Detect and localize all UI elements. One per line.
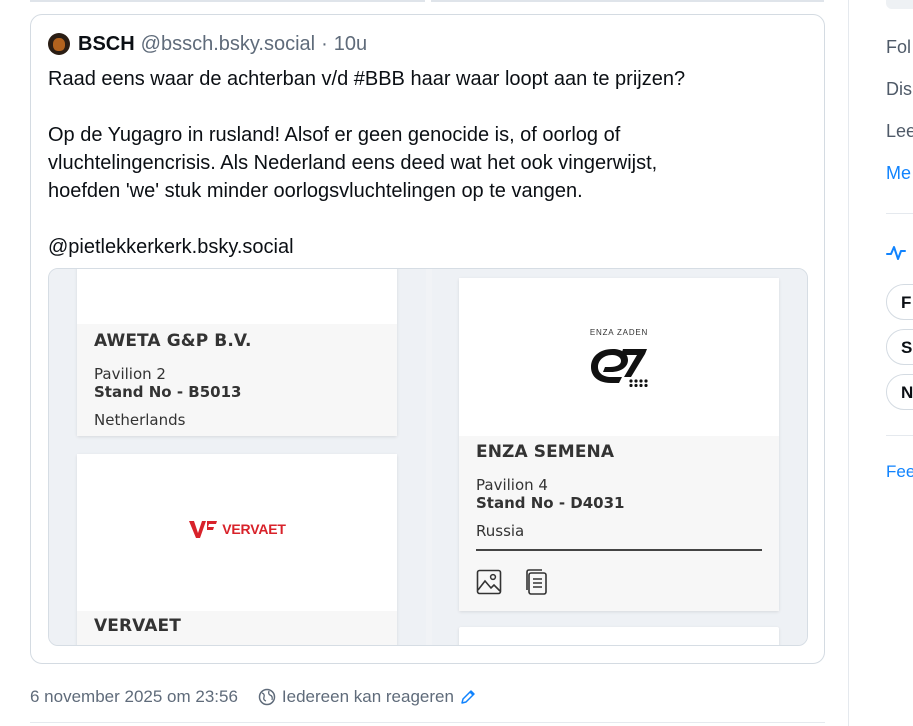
image-left[interactable]: AWETA G&P B.V. Pavilion 2 Stand No - B50…	[49, 269, 426, 645]
post-text: Raad eens waar de achterban v/d #BBB haa…	[48, 65, 808, 261]
divider	[886, 435, 913, 436]
post-text-line: Op de Yugagro in rusland! Alsof er geen …	[48, 124, 621, 146]
exhibitor-info: ENZA SEMENA Pavilion 4 Stand No - D4031 …	[459, 436, 779, 611]
post-text-line: vluchtelingencrisis. Als Nederland eens …	[48, 152, 658, 174]
exhibitor-info: AWETA G&P B.V. Pavilion 2 Stand No - B50…	[77, 324, 397, 436]
image-gallery: AWETA G&P B.V. Pavilion 2 Stand No - B50…	[48, 268, 808, 646]
enza-logo-icon	[591, 348, 648, 387]
exhibitor-card: VERVAET VERVAET	[77, 454, 397, 645]
image-right[interactable]: ENZA ZADEN ENZA SEMENA Pavilion 4 Stand …	[432, 269, 807, 645]
post-text-line: hoefden 'we' stuk minder oorlogsvluchtel…	[48, 180, 583, 202]
avatar-image	[53, 37, 65, 51]
exhibitor-name: ENZA SEMENA	[476, 442, 615, 462]
sidebar-link-lists[interactable]: Lee	[886, 121, 913, 142]
reply-setting[interactable]: Iedereen kan reageren	[282, 687, 454, 707]
display-name[interactable]: BSCH	[78, 33, 135, 56]
divider	[476, 549, 762, 551]
exhibitor-name: VERVAET	[94, 616, 181, 636]
pavilion: Pavilion 4	[476, 476, 548, 494]
sidebar-link-discover[interactable]: Dis	[886, 79, 912, 100]
trending-pill[interactable]: F	[886, 284, 913, 320]
avatar[interactable]	[48, 33, 70, 55]
exhibitor-card	[459, 627, 779, 645]
trending-icon	[886, 246, 906, 260]
post-meta: 6 november 2025 om 23:56 Iedereen kan re…	[30, 685, 476, 709]
sidebar-link-following[interactable]: Fol	[886, 37, 911, 58]
enza-brand-text: ENZA ZADEN	[589, 327, 649, 337]
sidebar-link-more[interactable]: Me	[886, 163, 911, 184]
previous-image-edge	[431, 0, 824, 2]
quoted-post-header: BSCH @bssch.bsky.social · 10u	[48, 33, 367, 55]
exhibitor-name: AWETA G&P B.V.	[94, 331, 252, 351]
handle[interactable]: @bssch.bsky.social	[141, 33, 315, 56]
exhibitor-card: ENZA ZADEN ENZA SEMENA Pavilion 4 Stand …	[459, 278, 779, 611]
divider	[30, 722, 825, 723]
post-timestamp[interactable]: 6 november 2025 om 23:56	[30, 687, 238, 707]
stand-number: Stand No - B5013	[94, 383, 242, 401]
sidebar-link-feedback[interactable]: Fee	[886, 462, 913, 482]
trending-pill[interactable]: N	[886, 374, 913, 410]
quoted-post-card[interactable]: BSCH @bssch.bsky.social · 10u Raad eens …	[30, 14, 825, 664]
image-icon[interactable]	[476, 569, 502, 595]
main-column: BSCH @bssch.bsky.social · 10u Raad eens …	[0, 0, 849, 726]
trending-pill[interactable]: S	[886, 329, 913, 365]
pavilion: Pavilion 2	[94, 365, 166, 383]
post-age[interactable]: 10u	[334, 33, 367, 56]
divider	[886, 213, 913, 214]
right-sidebar: Fol Dis Lee Me F S N Fee	[849, 0, 913, 726]
search-box-edge[interactable]	[886, 0, 913, 9]
previous-image-edge	[30, 0, 425, 2]
country: Russia	[476, 522, 525, 540]
separator-dot: ·	[321, 32, 328, 55]
mention-link[interactable]: @pietlekkerkerk.bsky.social	[48, 233, 808, 261]
vervaet-logo: VERVAET	[188, 519, 286, 539]
country: Netherlands	[94, 411, 186, 429]
stand-number: Stand No - D4031	[476, 494, 625, 512]
logo-area	[77, 269, 397, 324]
logo-area: VERVAET	[77, 454, 397, 611]
vervaet-mark-icon	[189, 520, 218, 538]
document-icon[interactable]	[525, 569, 549, 595]
logo-area: ENZA ZADEN	[459, 278, 779, 436]
pencil-icon[interactable]	[460, 689, 476, 705]
exhibitor-card: AWETA G&P B.V. Pavilion 2 Stand No - B50…	[77, 269, 397, 436]
vervaet-logo-text: VERVAET	[222, 520, 286, 537]
exhibitor-info: VERVAET	[77, 611, 397, 645]
globe-icon	[258, 688, 276, 706]
post-text-line: Raad eens waar de achterban v/d #BBB haa…	[48, 68, 686, 90]
